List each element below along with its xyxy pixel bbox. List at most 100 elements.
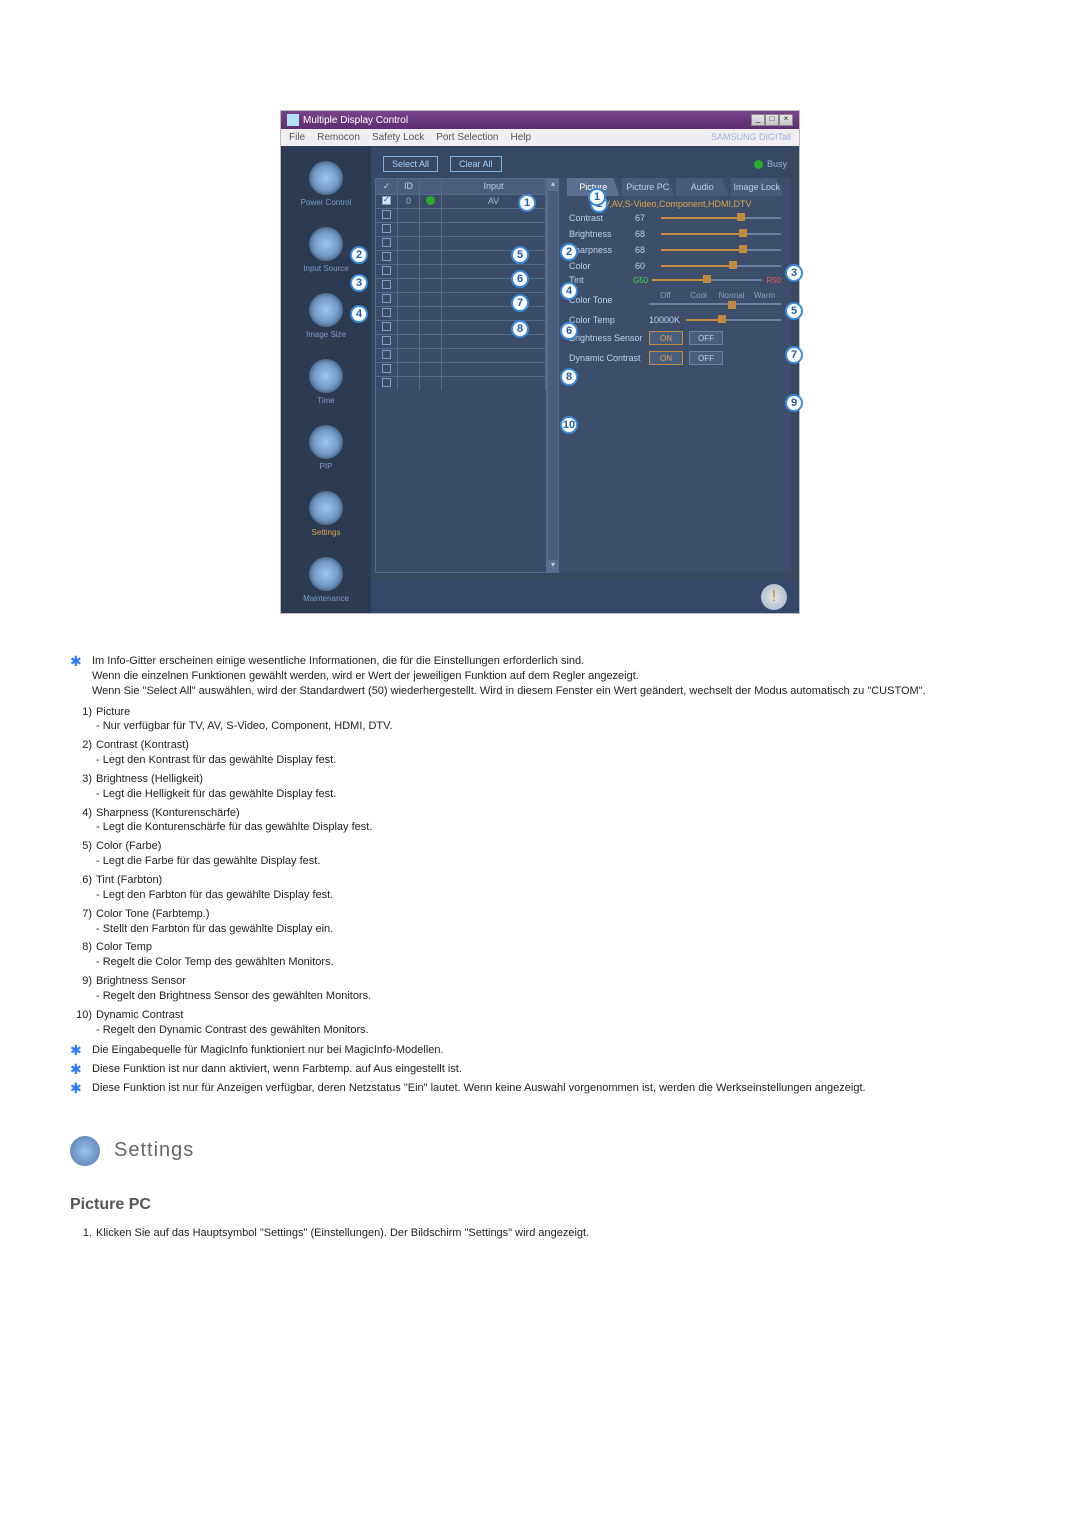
tone-cool[interactable]: Cool bbox=[682, 291, 715, 309]
list-item: 8)Color Temp- Regelt die Color Temp des … bbox=[70, 940, 1010, 970]
menu-portsel[interactable]: Port Selection bbox=[436, 132, 498, 143]
sidebar-item-power[interactable]: Power Control bbox=[301, 161, 352, 207]
star-icon: ✱ bbox=[70, 1062, 86, 1077]
table-row[interactable] bbox=[376, 362, 546, 376]
tone-warm[interactable]: Warm bbox=[748, 291, 781, 309]
menu-help[interactable]: Help bbox=[510, 132, 531, 143]
menu-safetylock[interactable]: Safety Lock bbox=[372, 132, 424, 143]
sidebar-item-imgsize[interactable]: Image Size bbox=[306, 293, 346, 339]
callout-marker: 6 bbox=[560, 322, 578, 340]
scroll-down-icon[interactable]: ▾ bbox=[548, 560, 558, 572]
cell-status bbox=[420, 195, 442, 208]
gear-icon bbox=[70, 1136, 100, 1166]
color-tone-options[interactable]: Off Cool Normal Warm bbox=[649, 291, 781, 309]
callout-marker: 4 bbox=[560, 282, 578, 300]
scroll-up-icon[interactable]: ▴ bbox=[548, 179, 558, 191]
tint-slider[interactable] bbox=[652, 275, 762, 285]
sidebar-item-pip[interactable]: PIP bbox=[309, 425, 343, 471]
row-checkbox[interactable] bbox=[382, 238, 391, 247]
table-row[interactable] bbox=[376, 376, 546, 390]
menu-remocon[interactable]: Remocon bbox=[317, 132, 360, 143]
callout-marker: 9 bbox=[785, 394, 803, 412]
callout-marker: 2 bbox=[350, 246, 368, 264]
minimize-button[interactable]: _ bbox=[751, 114, 765, 126]
color-temp-slider[interactable] bbox=[686, 315, 781, 325]
intro-note: ✱ Im Info-Gitter erscheinen einige wesen… bbox=[70, 654, 1010, 699]
sidebar-item-maintenance[interactable]: Maintenance bbox=[303, 557, 349, 603]
sliders: Contrast67Brightness68Sharpness68Color60 bbox=[559, 213, 791, 271]
table-row[interactable] bbox=[376, 348, 546, 362]
slider[interactable] bbox=[661, 245, 781, 255]
row-checkbox[interactable] bbox=[382, 322, 391, 331]
list-item: 3)Brightness (Helligkeit)- Legt die Hell… bbox=[70, 772, 1010, 802]
tab-image-lock[interactable]: Image Lock bbox=[731, 178, 784, 196]
maximize-button[interactable]: □ bbox=[765, 114, 779, 126]
footnote: ✱Diese Funktion ist nur für Anzeigen ver… bbox=[70, 1081, 1010, 1096]
tint-r: R50 bbox=[766, 276, 781, 285]
intro-line: Wenn die einzelnen Funktionen gewählt we… bbox=[92, 669, 926, 684]
callout-marker: 5 bbox=[511, 246, 529, 264]
callout-marker: 8 bbox=[560, 368, 578, 386]
gear-icon bbox=[309, 491, 343, 525]
row-checkbox[interactable] bbox=[382, 210, 391, 219]
menu-file[interactable]: File bbox=[289, 132, 305, 143]
list-item: 2)Contrast (Kontrast)- Legt den Kontrast… bbox=[70, 738, 1010, 768]
table-header: ✓ ID Input bbox=[376, 179, 546, 194]
close-button[interactable]: × bbox=[779, 114, 793, 126]
scrollbar[interactable]: ▴ ▾ bbox=[547, 178, 559, 573]
list-title: Color Temp bbox=[96, 940, 334, 955]
list-desc: - Legt die Konturenschärfe für das gewäh… bbox=[96, 820, 372, 835]
slider-label: Contrast bbox=[569, 213, 629, 223]
slider[interactable] bbox=[661, 229, 781, 239]
clear-all-button[interactable]: Clear All bbox=[450, 156, 502, 172]
dynamic-contrast-on[interactable]: ON bbox=[649, 351, 683, 365]
list-item: 7)Color Tone (Farbtemp.)- Stellt den Far… bbox=[70, 907, 1010, 937]
sidebar-item-settings[interactable]: Settings bbox=[309, 491, 343, 537]
row-checkbox[interactable] bbox=[382, 378, 391, 387]
dynamic-contrast-label: Dynamic Contrast bbox=[569, 353, 643, 363]
row-checkbox[interactable] bbox=[382, 196, 391, 205]
footnote-text: Diese Funktion ist nur dann aktiviert, w… bbox=[92, 1062, 462, 1077]
row-checkbox[interactable] bbox=[382, 294, 391, 303]
tint-label: Tint bbox=[569, 275, 629, 285]
row-checkbox[interactable] bbox=[382, 266, 391, 275]
topbar: Select All Clear All Busy bbox=[371, 146, 799, 178]
exit-button[interactable]: ! bbox=[761, 584, 787, 610]
row-checkbox[interactable] bbox=[382, 280, 391, 289]
row-checkbox[interactable] bbox=[382, 224, 391, 233]
sub-list: 1. Klicken Sie auf das Hauptsymbol "Sett… bbox=[70, 1226, 1010, 1241]
scroll-track[interactable] bbox=[548, 191, 558, 560]
tab-audio[interactable]: Audio bbox=[676, 178, 729, 196]
slider-value: 68 bbox=[635, 245, 655, 255]
status-icon bbox=[426, 196, 435, 205]
table-row[interactable] bbox=[376, 222, 546, 236]
sidebar-item-input[interactable]: Input Source bbox=[303, 227, 348, 273]
list-title: Sharpness (Konturenschärfe) bbox=[96, 806, 372, 821]
section-title: Settings bbox=[114, 1137, 194, 1164]
slider[interactable] bbox=[661, 261, 781, 271]
callout-marker: 7 bbox=[511, 294, 529, 312]
list-number: 2) bbox=[70, 738, 92, 768]
list-number: 10) bbox=[70, 1008, 92, 1038]
tab-picture-pc[interactable]: Picture PC bbox=[622, 178, 675, 196]
sidebar-item-time[interactable]: Time bbox=[309, 359, 343, 405]
tone-off[interactable]: Off bbox=[649, 291, 682, 309]
sidebar-item-label: Image Size bbox=[306, 330, 346, 339]
row-checkbox[interactable] bbox=[382, 350, 391, 359]
callout-marker: 3 bbox=[785, 264, 803, 282]
callout-marker: 4 bbox=[350, 305, 368, 323]
table-body: 0AV bbox=[376, 194, 546, 390]
row-checkbox[interactable] bbox=[382, 308, 391, 317]
settings-panel: Picture Picture PC Audio Image Lock TV,A… bbox=[559, 178, 791, 573]
slider[interactable] bbox=[661, 213, 781, 223]
list-item: 10)Dynamic Contrast- Regelt den Dynamic … bbox=[70, 1008, 1010, 1038]
row-checkbox[interactable] bbox=[382, 364, 391, 373]
dynamic-contrast-off[interactable]: OFF bbox=[689, 351, 723, 365]
th-checkbox[interactable]: ✓ bbox=[376, 179, 398, 194]
row-checkbox[interactable] bbox=[382, 336, 391, 345]
cell-id: 0 bbox=[398, 195, 420, 208]
select-all-button[interactable]: Select All bbox=[383, 156, 438, 172]
brightness-sensor-on[interactable]: ON bbox=[649, 331, 683, 345]
row-checkbox[interactable] bbox=[382, 252, 391, 261]
brightness-sensor-off[interactable]: OFF bbox=[689, 331, 723, 345]
